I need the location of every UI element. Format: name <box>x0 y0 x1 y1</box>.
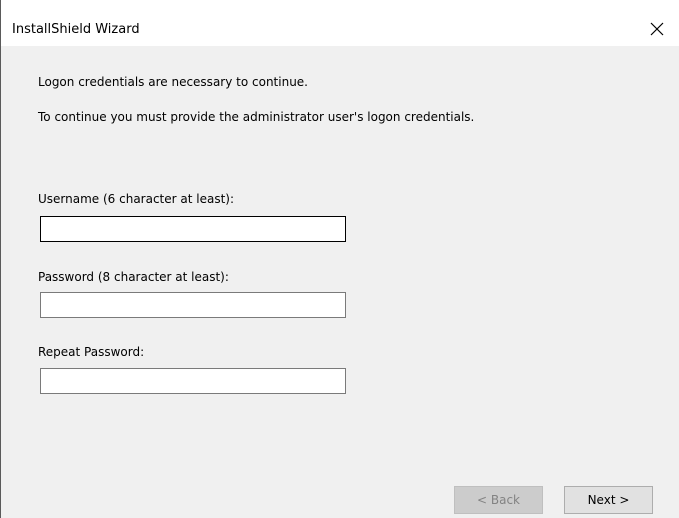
installshield-wizard-window: InstallShield Wizard Logon credentials a… <box>0 0 679 518</box>
password-field[interactable] <box>40 292 346 318</box>
repeat-password-field[interactable] <box>40 368 346 394</box>
next-button[interactable]: Next > <box>564 486 653 514</box>
repeat-password-label: Repeat Password: <box>38 345 145 359</box>
close-button[interactable] <box>639 13 679 45</box>
username-field[interactable] <box>40 216 346 242</box>
title-bar: InstallShield Wizard <box>1 0 679 46</box>
username-label: Username (6 character at least): <box>38 192 235 206</box>
intro-text-line-1: Logon credentials are necessary to conti… <box>38 75 308 89</box>
window-title: InstallShield Wizard <box>12 22 140 37</box>
back-button[interactable]: < Back <box>454 486 543 514</box>
close-icon <box>650 22 664 36</box>
intro-text-line-2: To continue you must provide the adminis… <box>38 110 475 124</box>
password-label: Password (8 character at least): <box>38 270 229 284</box>
